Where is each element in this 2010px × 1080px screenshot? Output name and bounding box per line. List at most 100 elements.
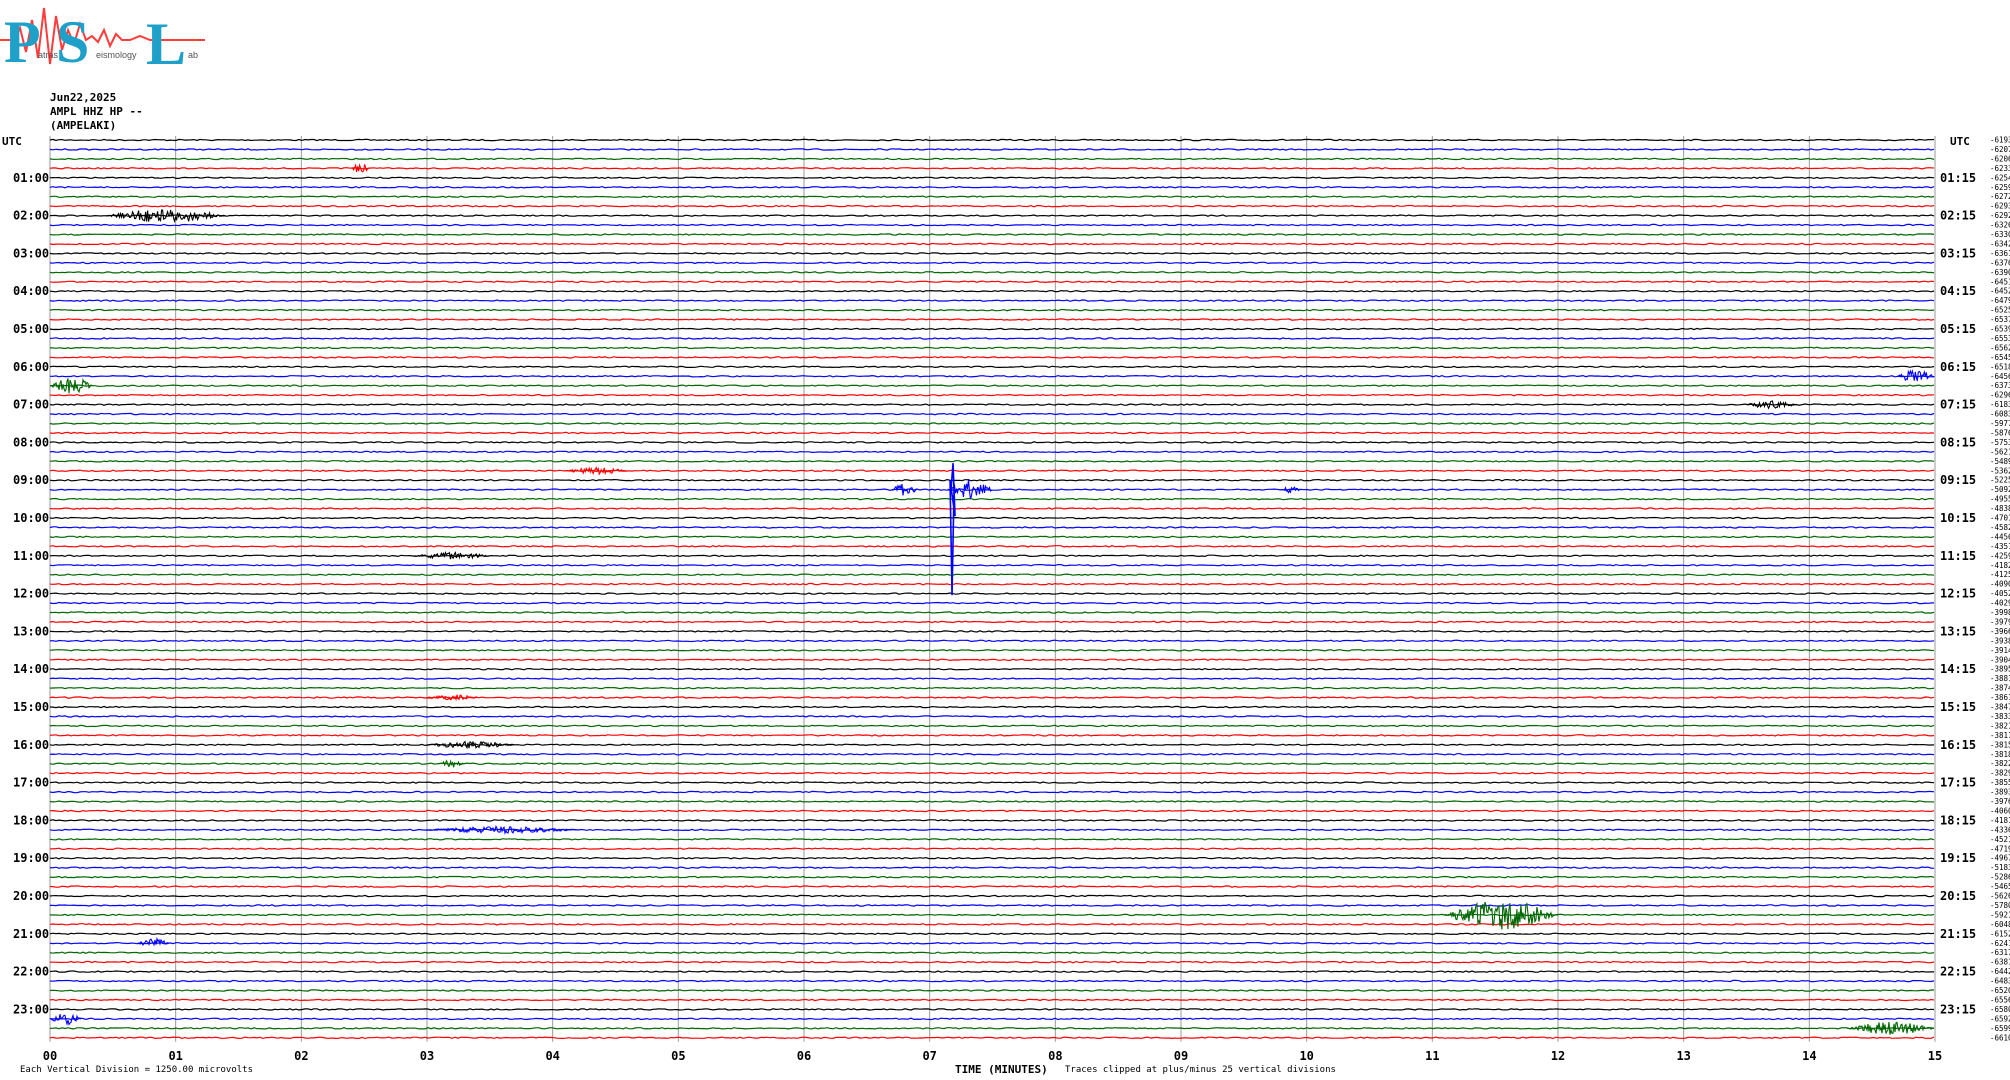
trace-85: [49, 941, 1935, 945]
offset-label-86: -6317: [1990, 948, 2010, 957]
trace-75: [49, 847, 1935, 851]
trace-83: [49, 923, 1935, 926]
trace-23: [49, 356, 1935, 359]
x-tick-12: 12: [1551, 1049, 1565, 1063]
left-label-11: 12:00: [13, 587, 49, 601]
trace-42: [49, 535, 1935, 539]
x-tick-13: 13: [1676, 1049, 1690, 1063]
trace-21: [49, 337, 1935, 340]
trace-47: [49, 582, 1935, 586]
offset-label-8: -6292: [1990, 211, 2010, 220]
offset-label-47: -4090: [1990, 580, 2010, 589]
trace-31: [49, 431, 1935, 435]
trace-49: [49, 601, 1935, 605]
offset-label-72: -4181: [1990, 816, 2010, 825]
trace-84: [49, 932, 1935, 936]
offset-label-65: -3818: [1990, 750, 2010, 759]
trace-27: [49, 393, 1935, 397]
offset-label-16: -6452: [1990, 287, 2010, 296]
offset-label-62: -3821: [1990, 721, 2010, 730]
right-label-19: 20:15: [1940, 889, 1976, 903]
offset-label-41: -4582: [1990, 523, 2010, 532]
offset-label-67: -3829: [1990, 769, 2010, 778]
trace-64: [49, 743, 1935, 747]
trace-15: [49, 280, 1935, 284]
trace-92: [50, 1008, 1935, 1011]
trace-18: [49, 308, 1935, 312]
trace-88: [49, 970, 1934, 973]
trace-39: [49, 507, 1935, 510]
offset-label-79: -5465: [1990, 882, 2010, 891]
trace-45: [49, 563, 1935, 567]
x-tick-9: 09: [1174, 1049, 1188, 1063]
offset-label-12: -6361: [1990, 249, 2010, 258]
offset-label-10: -6330: [1990, 230, 2010, 239]
offset-label-68: -3855: [1990, 778, 2010, 787]
trace-35: [49, 469, 1935, 473]
trace-66: [49, 762, 1934, 765]
trace-46: [49, 573, 1935, 576]
x-tick-15: 15: [1928, 1049, 1942, 1063]
offset-label-32: -5753: [1990, 438, 2010, 447]
offset-label-1: -6207: [1990, 145, 2010, 154]
trace-63: [49, 734, 1935, 737]
trace-17: [49, 299, 1935, 302]
offset-label-93: -6592: [1990, 1014, 2010, 1023]
x-tick-2: 02: [294, 1049, 308, 1063]
offset-label-94: -6599: [1990, 1024, 2010, 1033]
trace-73: [49, 828, 1935, 832]
trace-13: [49, 261, 1935, 265]
offset-label-39: -4838: [1990, 504, 2010, 513]
offset-label-74: -4521: [1990, 835, 2010, 844]
event-2: [1896, 368, 1935, 382]
right-label-7: 08:15: [1940, 435, 1976, 449]
trace-26: [49, 384, 1935, 387]
x-tick-5: 05: [671, 1049, 685, 1063]
offset-label-49: -4029: [1990, 599, 2010, 608]
x-tick-10: 10: [1299, 1049, 1313, 1063]
offset-label-76: -4967: [1990, 854, 2010, 863]
trace-62: [49, 724, 1935, 728]
trace-72: [49, 819, 1935, 822]
right-label-9: 10:15: [1940, 511, 1976, 525]
trace-77: [49, 866, 1935, 869]
offset-label-36: -5225: [1990, 476, 2010, 485]
left-label-15: 16:00: [13, 738, 49, 752]
offset-label-89: -6483: [1990, 977, 2010, 986]
offset-label-43: -4351: [1990, 542, 2010, 551]
trace-25: [50, 374, 1935, 378]
right-label-2: 03:15: [1940, 246, 1976, 260]
trace-28: [49, 403, 1935, 406]
x-tick-14: 14: [1802, 1049, 1816, 1063]
offset-label-34: -5489: [1990, 457, 2010, 466]
trace-87: [49, 960, 1935, 964]
trace-69: [49, 790, 1935, 794]
event-13: [426, 825, 577, 835]
left-label-22: 23:00: [13, 1002, 49, 1016]
vertical-division-note: Each Vertical Division = 1250.00 microvo…: [20, 1065, 253, 1075]
right-label-14: 15:15: [1940, 700, 1976, 714]
offset-label-80: -5626: [1990, 892, 2010, 901]
right-label-22: 23:15: [1940, 1002, 1976, 1016]
left-label-8: 09:00: [13, 473, 49, 487]
trace-24: [49, 365, 1935, 369]
offset-label-4: -6254: [1990, 173, 2010, 182]
trace-2: [49, 157, 1935, 161]
trace-76: [49, 856, 1935, 860]
trace-52: [49, 630, 1935, 633]
offset-label-82: -5921: [1990, 910, 2010, 919]
offset-label-85: -6241: [1990, 939, 2010, 948]
trace-74: [49, 838, 1935, 841]
trace-61: [49, 715, 1935, 718]
trace-6: [49, 195, 1935, 198]
trace-81: [50, 904, 1935, 907]
trace-82: [49, 913, 1935, 917]
offset-label-35: -5362: [1990, 466, 2010, 475]
offset-label-25: -6456: [1990, 372, 2010, 381]
trace-44: [49, 554, 1935, 558]
trace-offset-labels: -6193-6207-6206-6233-6254-6259-6272-6293…: [1990, 136, 2010, 1043]
x-tick-11: 11: [1425, 1049, 1439, 1063]
trace-1: [49, 148, 1935, 151]
left-label-4: 05:00: [13, 322, 49, 336]
offset-label-18: -6525: [1990, 306, 2010, 315]
